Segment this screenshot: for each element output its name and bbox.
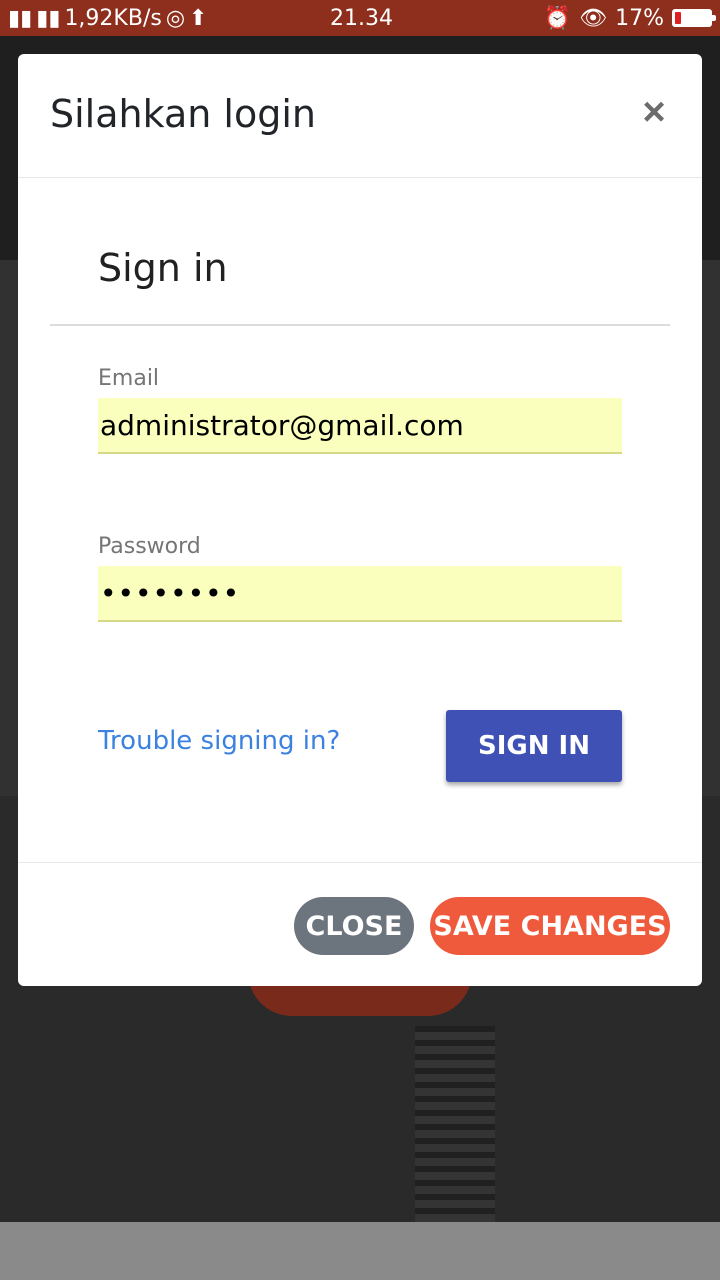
battery-percent: 17% [615, 5, 664, 31]
login-modal: Silahkan login × Sign in Email administr… [18, 54, 702, 986]
modal-header: Silahkan login × [18, 54, 702, 178]
modal-title: Silahkan login [50, 92, 316, 136]
status-time: 21.34 [330, 5, 393, 31]
trouble-signing-in-link[interactable]: Trouble signing in? [98, 726, 340, 756]
eye-icon: 👁 [579, 5, 608, 31]
upload-icon: ⬆ [189, 5, 208, 31]
alarm-icon: ⏰ [543, 5, 572, 31]
password-field[interactable]: •••••••• [98, 566, 622, 622]
hplus-signal-icon: ▮▮ [36, 5, 61, 31]
whatsapp-icon: ◎ [165, 5, 186, 31]
status-right: ⏰ 👁 17% [543, 0, 716, 36]
close-button[interactable]: CLOSE [294, 897, 414, 955]
divider [50, 324, 670, 326]
network-speed: 1,92KB/s [64, 5, 162, 31]
background-footer [0, 1222, 720, 1280]
signin-heading: Sign in [98, 246, 228, 290]
status-bar: ▮▮ ▮▮ 1,92KB/s ◎ ⬆ 21.34 ⏰ 👁 17% [0, 0, 720, 36]
status-left: ▮▮ ▮▮ 1,92KB/s ◎ ⬆ [8, 0, 207, 36]
close-icon[interactable]: × [636, 90, 672, 134]
notebook-spiral [415, 1026, 495, 1222]
email-field[interactable]: administrator@gmail.com [98, 398, 622, 454]
battery-icon [672, 9, 716, 27]
password-label: Password [98, 534, 201, 559]
modal-footer: CLOSE SAVE CHANGES [18, 862, 702, 986]
email-label: Email [98, 366, 160, 391]
signal-icon: ▮▮ [8, 5, 33, 31]
battery-fill [675, 12, 681, 24]
save-changes-button[interactable]: SAVE CHANGES [430, 897, 670, 955]
sign-in-button[interactable]: SIGN IN [446, 710, 622, 782]
